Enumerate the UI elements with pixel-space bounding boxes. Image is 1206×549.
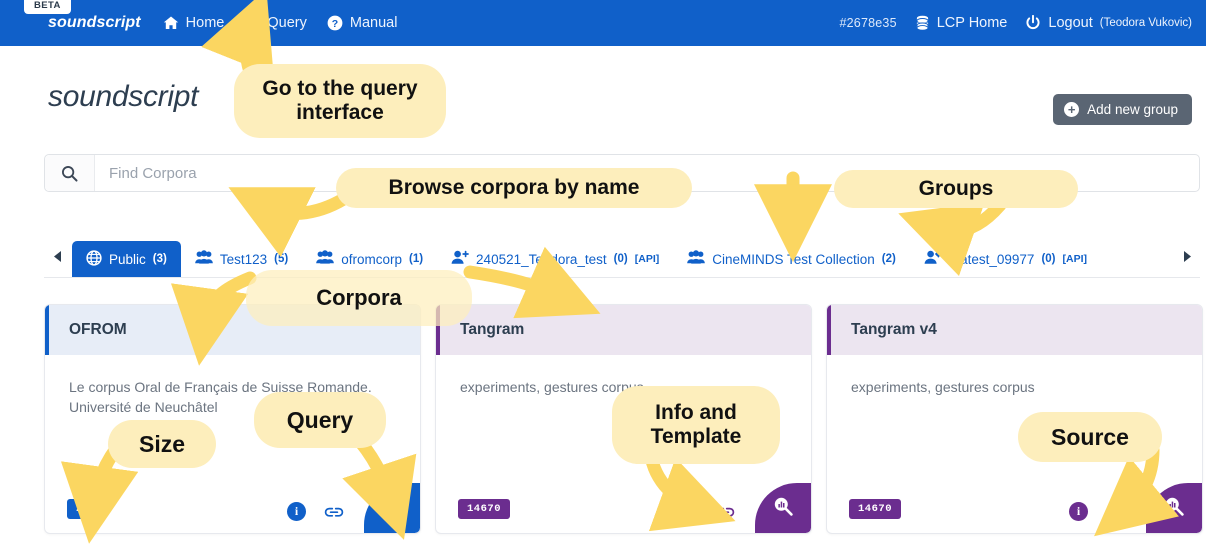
- info-icon[interactable]: i: [287, 502, 306, 521]
- add-new-group-label: Add new group: [1087, 102, 1178, 117]
- page-title: soundscript: [48, 80, 199, 113]
- navbar-right-links: #2678e35 LCP Home Logout (Teodora Vukovi…: [839, 15, 1192, 31]
- question-circle-icon: ?: [327, 15, 343, 31]
- corpus-size-badge: 14670: [849, 499, 902, 519]
- tab-cineminds-test-collection[interactable]: CineMINDS Test Collection (2): [673, 241, 910, 277]
- nav-item-logout-label: Logout: [1048, 15, 1093, 31]
- corpus-size-badge: 2 M: [67, 499, 106, 519]
- tab-240521-teodora-test-api: [API]: [634, 253, 660, 265]
- group-icon: [687, 250, 706, 268]
- commit-hash: #2678e35: [839, 16, 897, 30]
- corpus-card-title: Tangram: [436, 305, 811, 355]
- nav-item-query-label: Query: [267, 15, 307, 31]
- link-icon[interactable]: [324, 504, 344, 520]
- nav-item-query[interactable]: Query: [244, 15, 307, 31]
- add-new-group-button[interactable]: + Add new group: [1053, 94, 1192, 125]
- navbar-brand[interactable]: soundscript: [48, 14, 141, 32]
- info-icon[interactable]: i: [678, 502, 697, 521]
- nav-item-home-label: Home: [185, 15, 225, 31]
- link-icon[interactable]: [715, 504, 735, 520]
- globe-icon: [86, 249, 102, 269]
- tab-test123[interactable]: Test123 (5): [181, 241, 302, 277]
- user-gear-icon: [924, 250, 942, 268]
- logout-username: (Teodora Vukovic): [1099, 17, 1192, 29]
- plus-circle-icon: +: [1064, 102, 1080, 117]
- tab-ofromcorp-count: (1): [408, 253, 424, 265]
- page-content: soundscript + Add new group Pu: [0, 46, 1206, 549]
- chevron-left-icon[interactable]: [44, 235, 72, 277]
- search-icon: [45, 155, 95, 191]
- nav-item-lcp-home[interactable]: LCP Home: [915, 15, 1008, 31]
- corpus-size-badge: 14670: [458, 499, 511, 519]
- tab-test123-count: (5): [274, 253, 289, 265]
- corpus-card-title: Tangram v4: [827, 305, 1202, 355]
- corpus-card-title: OFROM: [45, 305, 420, 355]
- chevron-right-icon[interactable]: [1172, 235, 1200, 277]
- corpus-card-description: experiments, gestures corpus: [460, 379, 644, 395]
- tab-teatest-09977[interactable]: teatest_09977 (0) [API]: [910, 241, 1101, 277]
- nav-item-logout[interactable]: Logout (Teodora Vukovic): [1025, 15, 1192, 31]
- corpus-card-description: Le corpus Oral de Français de Suisse Rom…: [69, 379, 372, 416]
- corpus-query-button[interactable]: [755, 483, 811, 533]
- corpus-query-button[interactable]: [1146, 483, 1202, 533]
- tab-ofromcorp-label: ofromcorp: [341, 251, 402, 267]
- query-chart-search-icon: [1163, 495, 1185, 522]
- corpus-query-button[interactable]: [364, 483, 420, 533]
- corpus-card-footer: 2 M i: [45, 477, 420, 533]
- info-icon[interactable]: i: [1069, 502, 1088, 521]
- tab-test123-label: Test123: [219, 251, 268, 267]
- tab-teatest-09977-count: (0): [1041, 253, 1056, 265]
- tab-public-count: (3): [152, 253, 167, 265]
- navbar-left-links: Home Query ? Manual: [163, 15, 398, 31]
- corpus-card-actions: i: [678, 502, 735, 521]
- corpus-card-description: experiments, gestures corpus: [851, 379, 1035, 395]
- beta-badge: BETA: [24, 0, 71, 14]
- nav-item-lcp-home-label: LCP Home: [936, 15, 1008, 31]
- group-icon: [195, 250, 213, 268]
- search-input[interactable]: [95, 155, 1199, 191]
- link-icon[interactable]: [1106, 504, 1126, 520]
- page-logo: soundscript: [48, 80, 198, 114]
- corpus-card-tangram-v4[interactable]: Tangram v4 experiments, gestures corpus …: [826, 304, 1203, 534]
- home-icon: [163, 15, 179, 31]
- tab-ofromcorp[interactable]: ofromcorp (1): [302, 241, 437, 277]
- top-navbar: BETA soundscript Home Query ? Manual #26…: [0, 0, 1206, 46]
- tab-cineminds-test-collection-label: CineMINDS Test Collection: [712, 251, 875, 267]
- corpus-card-footer: 14670 i: [436, 477, 811, 533]
- tab-cineminds-test-collection-count: (2): [881, 253, 896, 265]
- tab-240521-teodora-test-label: 240521_Teodora_test: [476, 251, 607, 267]
- tab-public[interactable]: Public (3): [72, 241, 181, 277]
- group-tabs: Public (3) Test123 (5) ofromcorp (1) 240…: [44, 236, 1200, 278]
- query-chart-search-icon: [772, 495, 794, 522]
- search-bar: [44, 154, 1200, 192]
- app-root: BETA soundscript Home Query ? Manual #26…: [0, 0, 1206, 549]
- group-icon: [316, 250, 335, 268]
- search-icon: [244, 15, 261, 31]
- nav-item-manual-label: Manual: [349, 15, 398, 31]
- corpus-card-ofrom[interactable]: OFROM Le corpus Oral de Français de Suis…: [44, 304, 421, 534]
- query-chart-search-icon: [381, 495, 403, 522]
- corpus-card-tangram[interactable]: Tangram experiments, gestures corpus 146…: [435, 304, 812, 534]
- tab-240521-teodora-test-count: (0): [613, 253, 628, 265]
- svg-text:?: ?: [332, 18, 338, 30]
- user-plus-icon: [451, 250, 469, 268]
- tab-240521-teodora-test[interactable]: 240521_Teodora_test (0) [API]: [437, 241, 673, 277]
- corpus-card-actions: i: [1069, 502, 1126, 521]
- tab-teatest-09977-api: [API]: [1062, 253, 1088, 265]
- corpus-card-actions: i: [287, 502, 344, 521]
- corpus-card-footer: 14670 i: [827, 477, 1202, 533]
- tab-public-label: Public: [109, 251, 146, 267]
- power-icon: [1025, 15, 1041, 31]
- tabs-scroll-container: Public (3) Test123 (5) ofromcorp (1) 240…: [72, 241, 1172, 277]
- database-icon: [915, 15, 930, 31]
- tab-teatest-09977-label: teatest_09977: [948, 251, 1035, 267]
- corpora-card-list: OFROM Le corpus Oral de Français de Suis…: [44, 304, 1204, 534]
- nav-item-manual[interactable]: ? Manual: [327, 15, 398, 31]
- nav-item-home[interactable]: Home: [163, 15, 225, 31]
